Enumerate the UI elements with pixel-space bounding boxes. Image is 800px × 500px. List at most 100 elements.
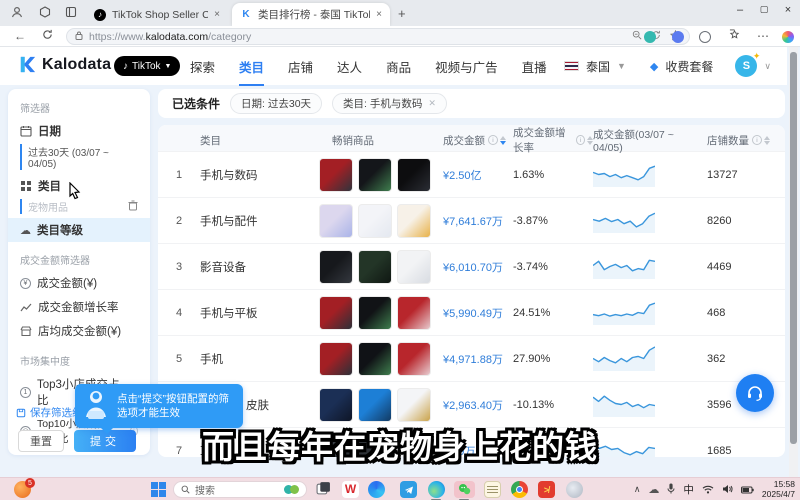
- copilot-icon[interactable]: [782, 31, 794, 43]
- product-thumbnail[interactable]: [397, 250, 431, 284]
- extension-icon-1[interactable]: [644, 31, 656, 43]
- row-category-name[interactable]: 手机与配件: [200, 213, 307, 229]
- taskbar-search-box[interactable]: 搜索: [173, 481, 307, 498]
- filter-amount-growth[interactable]: 成交金额增长率: [8, 295, 150, 319]
- col-shops[interactable]: 店铺数量i: [688, 133, 785, 148]
- product-thumbnails[interactable]: [307, 158, 443, 192]
- back-icon[interactable]: ←: [14, 29, 26, 43]
- support-headset-button[interactable]: [736, 374, 774, 412]
- product-thumbnail[interactable]: [319, 296, 353, 330]
- product-thumbnail[interactable]: [358, 342, 392, 376]
- plan-link[interactable]: 收费套餐: [665, 58, 713, 75]
- app-icon-gray[interactable]: [566, 481, 583, 498]
- profile-icon[interactable]: [10, 6, 24, 20]
- nav-shop[interactable]: 店铺: [288, 57, 313, 76]
- filter-category-value[interactable]: 宠物用品: [20, 199, 138, 214]
- row-category-name[interactable]: 手机: [200, 351, 307, 367]
- more-menu-icon[interactable]: ⋯: [757, 29, 770, 43]
- wifi-icon[interactable]: [702, 483, 714, 497]
- extension-icon-3[interactable]: [699, 31, 711, 43]
- table-row[interactable]: 6 保护膜、皮肤 ¥2,963.40万 -10.13% 3596: [158, 381, 785, 427]
- tag-category[interactable]: 类目: 手机与数码 ✕: [332, 93, 447, 114]
- product-thumbnail[interactable]: [358, 296, 392, 330]
- filter-amount[interactable]: ¥ 成交金额(¥): [8, 271, 150, 295]
- window-minimize-button[interactable]: –: [732, 4, 748, 16]
- filter-date[interactable]: 日期: [8, 119, 150, 143]
- window-maximize-button[interactable]: ▢: [756, 4, 772, 15]
- table-row[interactable]: 4 手机与平板 ¥5,990.49万 24.51% 468: [158, 289, 785, 335]
- workspaces-icon[interactable]: [38, 6, 52, 20]
- product-thumbnails[interactable]: [307, 388, 443, 422]
- platform-selector[interactable]: ♪ TikTok ▼: [114, 56, 180, 76]
- tag-date[interactable]: 日期: 过去30天: [230, 93, 322, 114]
- wechat-icon[interactable]: [454, 481, 475, 498]
- product-thumbnail[interactable]: [397, 204, 431, 238]
- app-icon-notification[interactable]: 5: [14, 481, 31, 498]
- nav-product[interactable]: 商品: [386, 57, 411, 76]
- row-category-name[interactable]: 手机与数码: [200, 167, 307, 183]
- taskbar-clock[interactable]: 15:58 2025/4/7: [762, 480, 795, 500]
- info-icon[interactable]: i: [752, 135, 762, 145]
- nav-video-ads[interactable]: 视频与广告: [435, 57, 498, 76]
- product-thumbnails[interactable]: [307, 342, 443, 376]
- filter-shop-avg[interactable]: 店均成交金额(¥): [8, 319, 150, 343]
- start-button[interactable]: [150, 481, 167, 498]
- extension-icon-2[interactable]: [672, 31, 684, 43]
- tab-close-icon[interactable]: ×: [376, 9, 382, 20]
- col-amount[interactable]: 成交金额i: [443, 133, 513, 148]
- app-icon-red[interactable]: ≯: [538, 481, 555, 498]
- tab-actions-icon[interactable]: [64, 6, 78, 20]
- col-growth[interactable]: 成交金额增长率i: [513, 125, 593, 155]
- row-category-name[interactable]: 影音设备: [200, 259, 307, 275]
- tab-close-icon[interactable]: ×: [214, 9, 220, 20]
- nav-category[interactable]: 类目: [239, 47, 264, 86]
- region-selector[interactable]: 泰国: [586, 58, 610, 75]
- page-scrollbar-thumb[interactable]: [790, 52, 797, 444]
- product-thumbnail[interactable]: [358, 158, 392, 192]
- filter-category-level[interactable]: ☁ 类目等级: [8, 218, 150, 242]
- hidden-icons-chevron[interactable]: ∧: [634, 484, 641, 495]
- chrome-icon[interactable]: [511, 481, 528, 498]
- tab-tiktok-seller-center[interactable]: ♪ TikTok Shop Seller Center | Cros ×: [86, 3, 228, 26]
- product-thumbnail[interactable]: [319, 250, 353, 284]
- avatar[interactable]: S✦: [735, 55, 757, 77]
- zoom-out-icon[interactable]: [632, 30, 642, 44]
- product-thumbnails[interactable]: [307, 250, 443, 284]
- microphone-icon[interactable]: [667, 483, 675, 497]
- nav-creator[interactable]: 达人: [337, 57, 362, 76]
- col-category[interactable]: 类目: [200, 133, 307, 148]
- nav-live[interactable]: 直播: [522, 57, 547, 76]
- table-row[interactable]: 2 手机与配件 ¥7,641.67万 -3.87% 8260: [158, 197, 785, 243]
- product-thumbnail[interactable]: [397, 296, 431, 330]
- collections-icon[interactable]: [729, 29, 740, 43]
- product-thumbnail[interactable]: [358, 204, 392, 238]
- remove-tag-icon[interactable]: ✕: [428, 98, 436, 109]
- task-view-icon[interactable]: [316, 481, 333, 498]
- volume-icon[interactable]: [722, 483, 733, 497]
- info-icon[interactable]: i: [488, 135, 498, 145]
- table-row[interactable]: 1 手机与数码 ¥2.50亿 1.63% 13727: [158, 151, 785, 197]
- table-row[interactable]: 5 手机 ¥4,971.88万 27.90% 362: [158, 335, 785, 381]
- row-category-name[interactable]: 手机与平板: [200, 305, 307, 321]
- product-thumbnail[interactable]: [397, 388, 431, 422]
- ime-indicator[interactable]: 中: [683, 482, 694, 497]
- product-thumbnail[interactable]: [319, 388, 353, 422]
- product-thumbnail[interactable]: [397, 158, 431, 192]
- product-thumbnail[interactable]: [319, 342, 353, 376]
- product-thumbnail[interactable]: [358, 250, 392, 284]
- wps-icon[interactable]: W: [342, 481, 359, 498]
- new-tab-button[interactable]: +: [398, 6, 406, 21]
- window-close-button[interactable]: ×: [780, 4, 796, 16]
- notes-icon[interactable]: [484, 481, 501, 498]
- site-info-icon[interactable]: [75, 31, 83, 42]
- table-row[interactable]: 3 影音设备 ¥6,010.70万 -3.74% 4469: [158, 243, 785, 289]
- product-thumbnails[interactable]: [307, 204, 443, 238]
- edge-app-icon[interactable]: [368, 481, 385, 498]
- filter-date-value[interactable]: 过去30天 (03/07 ~ 04/05): [20, 144, 138, 170]
- nav-explore[interactable]: 探索: [190, 57, 215, 76]
- trash-icon[interactable]: [128, 200, 138, 214]
- kalodata-logo[interactable]: Kalodata: [18, 55, 111, 74]
- product-thumbnail[interactable]: [319, 204, 353, 238]
- product-thumbnail[interactable]: [358, 388, 392, 422]
- tab-kalodata-category[interactable]: K 类目排行榜 - 泰国 TikTok ×: [232, 3, 390, 26]
